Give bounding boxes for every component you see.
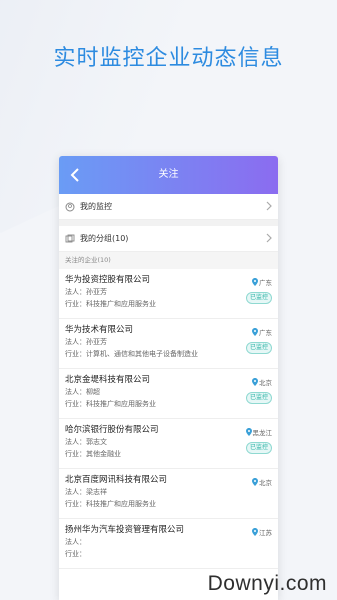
industry-line: 行业：科技推广和应用服务业 (65, 498, 272, 510)
app-title: 关注 (158, 169, 179, 180)
industry-value: 计算机、通信和其他电子设备制造业 (86, 350, 198, 358)
location-text: 北京 (259, 379, 272, 387)
legal-rep-line: 法人：梁志祥 (65, 486, 272, 498)
location-pin-icon (252, 278, 258, 286)
monitor-icon (65, 201, 77, 213)
location-text: 江苏 (259, 529, 272, 537)
legal-rep-label: 法人： (65, 288, 86, 296)
industry-label: 行业： (65, 350, 86, 358)
legal-rep-value: 梁志祥 (86, 488, 107, 496)
legal-rep-line: 法人：孙亚芳 (65, 286, 272, 298)
my-monitor-row[interactable]: 我的监控 (59, 194, 278, 220)
chevron-right-icon (266, 201, 272, 213)
company-list-item[interactable]: 北京金堤科技有限公司 法人：柳超 行业：科技推广和应用服务业 北京 已监控 (59, 369, 278, 419)
location-text: 广东 (259, 279, 272, 287)
monitored-badge: 已监控 (245, 342, 272, 354)
location-pin-icon (252, 328, 258, 336)
my-groups-label: 我的分组(10) (80, 234, 129, 243)
company-name: 华为技术有限公司 (65, 325, 134, 335)
company-location: 黑龙江 (245, 427, 273, 437)
company-list-item[interactable]: 华为投资控股有限公司 法人：孙亚芳 行业：科技推广和应用服务业 广东 已监控 (59, 269, 278, 319)
chevron-right-icon (266, 233, 272, 245)
industry-value: 其他金融业 (86, 450, 121, 458)
location-text: 北京 (259, 479, 272, 487)
monitored-badge: 已监控 (245, 292, 272, 304)
legal-rep-label: 法人： (65, 488, 86, 496)
company-location: 广东 (252, 277, 272, 287)
my-groups-row[interactable]: 我的分组(10) (59, 226, 278, 252)
industry-label: 行业： (65, 400, 86, 408)
promo-title: 实时监控企业动态信息 (53, 46, 284, 71)
legal-rep-value: 孙亚芳 (86, 288, 107, 296)
location-pin-icon (252, 478, 258, 486)
monitored-badge: 已监控 (245, 392, 272, 404)
company-name: 扬州华为汽车投资管理有限公司 (65, 525, 185, 535)
industry-line: 行业：科技推广和应用服务业 (65, 398, 272, 410)
industry-value: 科技推广和应用服务业 (86, 400, 156, 408)
legal-rep-label: 法人： (65, 338, 86, 346)
company-list-item[interactable]: 北京百度网讯科技有限公司 法人：梁志祥 行业：科技推广和应用服务业 北京 (59, 469, 278, 519)
location-text: 黑龙江 (252, 429, 273, 437)
location-pin-icon (245, 428, 252, 436)
industry-line: 行业：科技推广和应用服务业 (65, 298, 272, 310)
industry-line: 行业： (65, 548, 272, 560)
industry-label: 行业： (65, 500, 86, 508)
my-monitor-label: 我的监控 (80, 202, 112, 211)
legal-rep-label: 法人： (65, 438, 86, 446)
legal-rep-value: 柳超 (86, 388, 100, 396)
industry-value: 科技推广和应用服务业 (86, 500, 156, 508)
legal-rep-line: 法人：郭志文 (65, 436, 272, 448)
company-list: 华为投资控股有限公司 法人：孙亚芳 行业：科技推广和应用服务业 广东 已监控 华为技术有限… (59, 269, 278, 569)
industry-line: 行业：其他金融业 (65, 448, 272, 460)
company-name: 华为投资控股有限公司 (65, 275, 151, 285)
legal-rep-line: 法人： (65, 536, 272, 548)
company-location: 北京 (252, 377, 272, 387)
legal-rep-value: 孙亚芳 (86, 338, 107, 346)
company-name: 哈尔滨银行股份有限公司 (65, 425, 159, 435)
company-list-item[interactable]: 哈尔滨银行股份有限公司 法人：郭志文 行业：其他金融业 黑龙江 已监控 (59, 419, 278, 469)
watermark: Downyi.com (207, 572, 327, 595)
company-location: 江苏 (252, 527, 272, 537)
followed-companies-header: 关注的企业(10) (59, 252, 278, 269)
monitored-badge: 已监控 (245, 442, 272, 454)
app-header: 关注 (59, 156, 278, 194)
legal-rep-line: 法人：孙亚芳 (65, 336, 272, 348)
company-name: 北京百度网讯科技有限公司 (65, 475, 168, 485)
company-list-item[interactable]: 扬州华为汽车投资管理有限公司 法人： 行业： 江苏 (59, 519, 278, 569)
location-pin-icon (252, 378, 258, 386)
legal-rep-value: 郭志文 (86, 438, 107, 446)
legal-rep-line: 法人：柳超 (65, 386, 272, 398)
company-name: 北京金堤科技有限公司 (65, 375, 151, 385)
location-text: 广东 (259, 329, 272, 337)
industry-label: 行业： (65, 550, 86, 558)
industry-value: 科技推广和应用服务业 (86, 300, 156, 308)
location-pin-icon (252, 528, 258, 536)
phone-screen: 关注 我的监控 我的分组(10) 关注的企业(10) 华为投资控股有限公司 法人：… (59, 156, 278, 600)
industry-label: 行业： (65, 450, 86, 458)
industry-label: 行业： (65, 300, 86, 308)
group-icon (65, 233, 77, 245)
legal-rep-label: 法人： (65, 538, 86, 546)
industry-line: 行业：计算机、通信和其他电子设备制造业 (65, 348, 272, 360)
company-list-item[interactable]: 华为技术有限公司 法人：孙亚芳 行业：计算机、通信和其他电子设备制造业 广东 已监控 (59, 319, 278, 369)
company-location: 北京 (252, 477, 272, 487)
company-location: 广东 (252, 327, 272, 337)
legal-rep-label: 法人： (65, 388, 86, 396)
